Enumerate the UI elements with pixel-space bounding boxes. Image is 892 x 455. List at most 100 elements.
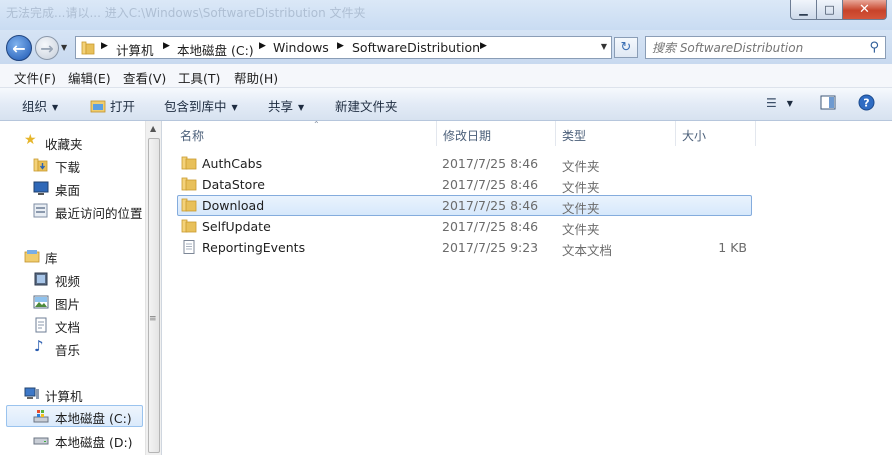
column-type-label: 类型 — [562, 129, 587, 143]
file-date: 2017/7/25 8:46 — [442, 219, 539, 234]
recent-pages-dropdown[interactable]: ▼ — [61, 43, 67, 52]
new-folder-label: 新建文件夹 — [335, 99, 398, 114]
menu-edit[interactable]: 编辑(E) — [68, 68, 111, 87]
close-button[interactable]: ✕ — [843, 0, 887, 20]
menu-view[interactable]: 查看(V) — [123, 68, 166, 87]
title-bar: 无法完成...请以... 进入C:\Windows\SoftwareDistri… — [0, 0, 892, 30]
nav-music-label: 音乐 — [55, 343, 81, 358]
scrollbar-thumb[interactable] — [148, 138, 160, 453]
refresh-button[interactable]: ↻ — [614, 37, 638, 58]
breadcrumb-separator[interactable]: ▶ — [101, 41, 108, 51]
music-note-icon: ♪ — [34, 337, 44, 355]
nav-favorites-label: 收藏夹 — [45, 137, 83, 152]
file-row[interactable]: SelfUpdate 2017/7/25 8:46 文件夹 — [177, 216, 752, 237]
breadcrumb-separator[interactable]: ▶ — [337, 41, 344, 51]
breadcrumb-windows[interactable]: Windows — [273, 40, 329, 55]
nav-libraries-label: 库 — [45, 251, 58, 266]
file-type: 文件夹 — [562, 222, 600, 237]
nav-pictures[interactable]: 图片 — [0, 291, 145, 313]
file-row[interactable]: DataStore 2017/7/25 8:46 文件夹 — [177, 174, 752, 195]
nav-documents[interactable]: 文档 — [0, 314, 145, 336]
back-button[interactable]: ← — [6, 35, 32, 61]
arrow-right-icon: → — [40, 38, 54, 58]
open-label: 打开 — [110, 99, 136, 114]
column-header-date[interactable]: 修改日期 — [437, 121, 556, 146]
column-header-size[interactable]: 大小 — [676, 121, 756, 146]
nav-music[interactable]: ♪ 音乐 — [0, 337, 145, 359]
nav-favorites[interactable]: ★ 收藏夹 — [0, 131, 145, 153]
address-history-dropdown[interactable]: ▼ — [601, 42, 607, 51]
nav-recent-places[interactable]: 最近访问的位置 — [0, 200, 145, 222]
nav-downloads-label: 下载 — [55, 160, 81, 175]
search-box[interactable]: ⚲ — [645, 36, 886, 59]
breadcrumb-softwaredistribution[interactable]: SoftwareDistribution — [352, 40, 480, 55]
minimize-button[interactable]: ▁ — [790, 0, 817, 20]
menu-file[interactable]: 文件(F) — [14, 68, 56, 87]
share-button[interactable]: 共享 ▼ — [268, 96, 304, 115]
sort-ascending-icon: ⌃ — [313, 120, 320, 129]
nav-videos[interactable]: 视频 — [0, 268, 145, 290]
file-name: DataStore — [202, 177, 265, 192]
menu-tools[interactable]: 工具(T) — [178, 68, 220, 87]
file-type: 文件夹 — [562, 159, 600, 174]
breadcrumb-separator[interactable]: ▶ — [259, 41, 266, 51]
breadcrumb-separator[interactable]: ▶ — [480, 41, 487, 51]
refresh-icon: ↻ — [620, 40, 632, 55]
chevron-down-icon: ▼ — [231, 103, 238, 112]
help-button[interactable]: ? — [858, 94, 875, 114]
column-header-type[interactable]: 类型 — [556, 121, 676, 146]
computer-icon — [24, 387, 39, 399]
file-name: Download — [202, 198, 265, 213]
file-list: 名称 ⌃ 修改日期 类型 大小 AuthCabs 2017/7/25 8:46 … — [162, 120, 892, 455]
nav-disk-c[interactable]: 本地磁盘 (C:) — [6, 405, 143, 427]
help-icon: ? — [858, 94, 875, 111]
navigation-scrollbar[interactable]: ▲ ≡ — [145, 121, 162, 455]
scrollbar-grip-icon: ≡ — [149, 314, 156, 324]
file-size: 1 KB — [718, 240, 747, 255]
pictures-icon — [33, 295, 49, 309]
new-folder-button[interactable]: 新建文件夹 — [335, 96, 398, 115]
forward-button[interactable]: → — [35, 36, 59, 60]
column-header-name[interactable]: 名称 ⌃ — [174, 120, 437, 146]
breadcrumb-separator[interactable]: ▶ — [163, 41, 170, 51]
window-title: 无法完成...请以... 进入C:\Windows\SoftwareDistri… — [6, 6, 366, 20]
file-row-selected[interactable]: Download 2017/7/25 8:46 文件夹 — [177, 195, 752, 216]
organize-button[interactable]: 组织 ▼ — [22, 96, 58, 115]
file-date: 2017/7/25 8:46 — [442, 156, 539, 171]
text-document-icon — [183, 240, 195, 254]
search-icon[interactable]: ⚲ — [869, 40, 879, 55]
file-row[interactable]: ReportingEvents 2017/7/25 9:23 文本文档 1 KB — [177, 237, 752, 258]
search-input[interactable] — [652, 39, 862, 56]
maximize-button[interactable]: □ — [817, 0, 843, 20]
folder-icon — [81, 41, 95, 55]
scroll-up-arrow[interactable]: ▲ — [150, 124, 156, 133]
file-type: 文本文档 — [562, 243, 613, 258]
open-button[interactable]: 打开 — [90, 96, 135, 115]
menu-help[interactable]: 帮助(H) — [234, 68, 278, 87]
arrow-left-icon: ← — [12, 38, 26, 58]
address-bar[interactable]: ▶ 计算机 ▶ 本地磁盘 (C:) ▶ Windows ▶ SoftwareDi… — [75, 36, 612, 59]
nav-disk-d[interactable]: 本地磁盘 (D:) — [0, 429, 145, 451]
star-icon: ★ — [24, 132, 37, 148]
nav-disk-c-label: 本地磁盘 (C:) — [55, 411, 132, 426]
breadcrumb-disk-c[interactable]: 本地磁盘 (C:) — [177, 40, 254, 59]
nav-computer[interactable]: 计算机 — [0, 383, 145, 405]
include-library-label: 包含到库中 — [164, 99, 227, 114]
nav-libraries[interactable]: 库 — [0, 245, 145, 267]
file-date: 2017/7/25 8:46 — [442, 198, 539, 213]
include-in-library-button[interactable]: 包含到库中 ▼ — [164, 96, 238, 115]
nav-desktop[interactable]: 桌面 — [0, 177, 145, 199]
video-icon — [34, 272, 48, 286]
file-row[interactable]: AuthCabs 2017/7/25 8:46 文件夹 — [177, 153, 752, 174]
chevron-down-icon: ▼ — [52, 103, 59, 112]
drive-icon — [33, 437, 49, 445]
file-name: ReportingEvents — [202, 240, 306, 255]
downloads-folder-icon — [33, 158, 48, 172]
folder-icon — [181, 198, 197, 212]
desktop-icon — [33, 181, 49, 195]
preview-pane-button[interactable] — [820, 95, 836, 113]
breadcrumb-computer[interactable]: 计算机 — [116, 40, 154, 59]
change-view-button[interactable]: ☰ ▼ — [766, 95, 793, 110]
open-folder-icon — [90, 100, 106, 113]
nav-downloads[interactable]: 下载 — [0, 154, 145, 176]
